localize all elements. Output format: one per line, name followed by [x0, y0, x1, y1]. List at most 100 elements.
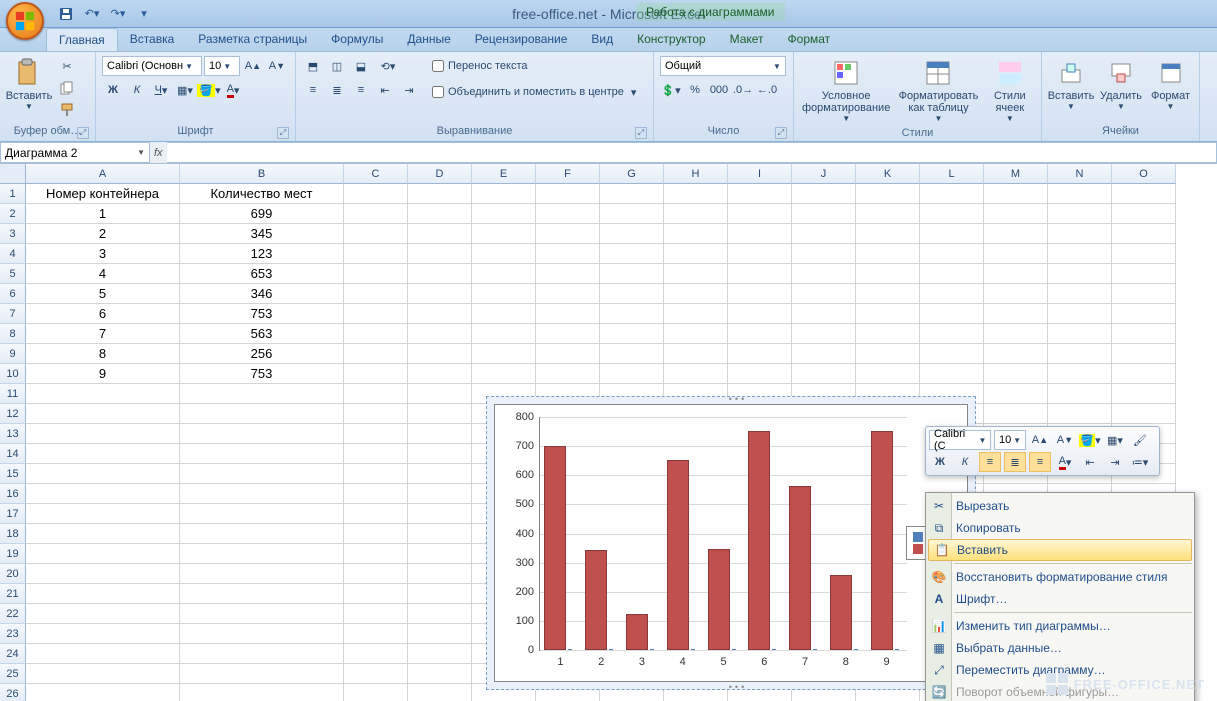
- row-header[interactable]: 15: [0, 464, 26, 484]
- cell[interactable]: [856, 304, 920, 324]
- cell[interactable]: [728, 324, 792, 344]
- cell[interactable]: [472, 224, 536, 244]
- cell[interactable]: [536, 204, 600, 224]
- cell[interactable]: [408, 444, 472, 464]
- grow-font-icon[interactable]: A▲: [242, 56, 264, 76]
- wrap-text-checkbox[interactable]: Перенос текста: [432, 56, 636, 76]
- cell[interactable]: [472, 264, 536, 284]
- paste-button[interactable]: Вставить▼: [6, 56, 52, 113]
- cell[interactable]: 563: [180, 324, 344, 344]
- cell[interactable]: Номер контейнера: [26, 184, 180, 204]
- cell[interactable]: [472, 344, 536, 364]
- mini-grow-font-icon[interactable]: A▲: [1029, 430, 1051, 450]
- row-header[interactable]: 18: [0, 524, 26, 544]
- cell[interactable]: [26, 524, 180, 544]
- cell[interactable]: [728, 304, 792, 324]
- cell[interactable]: [856, 204, 920, 224]
- column-header[interactable]: B: [180, 164, 344, 184]
- cell[interactable]: [856, 284, 920, 304]
- cell[interactable]: [344, 684, 408, 701]
- chart-bar[interactable]: [585, 550, 607, 650]
- cell[interactable]: [664, 304, 728, 324]
- tab-page-layout[interactable]: Разметка страницы: [186, 28, 319, 51]
- cell[interactable]: [26, 564, 180, 584]
- number-launcher-icon[interactable]: ⤢: [775, 127, 787, 139]
- cell[interactable]: [344, 324, 408, 344]
- cell[interactable]: [472, 184, 536, 204]
- cell[interactable]: [600, 204, 664, 224]
- cell[interactable]: [1048, 224, 1112, 244]
- cell[interactable]: [180, 644, 344, 664]
- row-header[interactable]: 1: [0, 184, 26, 204]
- copy-icon[interactable]: [56, 78, 78, 98]
- cell[interactable]: [1048, 404, 1112, 424]
- cell[interactable]: [984, 204, 1048, 224]
- cell[interactable]: [408, 464, 472, 484]
- row-header[interactable]: 20: [0, 564, 26, 584]
- column-header[interactable]: O: [1112, 164, 1176, 184]
- cell[interactable]: [1048, 284, 1112, 304]
- cell[interactable]: 345: [180, 224, 344, 244]
- cell[interactable]: [1112, 204, 1176, 224]
- column-header[interactable]: F: [536, 164, 600, 184]
- cell[interactable]: [180, 484, 344, 504]
- cell[interactable]: [180, 464, 344, 484]
- cell[interactable]: [180, 404, 344, 424]
- cell[interactable]: [26, 664, 180, 684]
- cell[interactable]: [856, 264, 920, 284]
- cell[interactable]: [472, 284, 536, 304]
- cell[interactable]: [984, 264, 1048, 284]
- cell[interactable]: [344, 304, 408, 324]
- cell[interactable]: [408, 604, 472, 624]
- cell[interactable]: [1112, 364, 1176, 384]
- ctx-cut[interactable]: ✂Вырезать: [926, 495, 1194, 517]
- cell[interactable]: [856, 224, 920, 244]
- row-header[interactable]: 9: [0, 344, 26, 364]
- cell[interactable]: [26, 584, 180, 604]
- ctx-reset-style[interactable]: 🎨Восстановить форматирование стиля: [926, 566, 1194, 588]
- percent-icon[interactable]: %: [684, 80, 706, 100]
- row-header[interactable]: 11: [0, 384, 26, 404]
- cell[interactable]: 4: [26, 264, 180, 284]
- row-header[interactable]: 23: [0, 624, 26, 644]
- decrease-decimal-icon[interactable]: ←.0: [756, 80, 778, 100]
- cell[interactable]: [344, 624, 408, 644]
- cell[interactable]: [1112, 244, 1176, 264]
- cell[interactable]: [664, 244, 728, 264]
- spreadsheet-grid[interactable]: ABCDEFGHIJKLMNO 123456789101112131415161…: [0, 164, 1217, 701]
- row-header[interactable]: 8: [0, 324, 26, 344]
- cell[interactable]: [26, 624, 180, 644]
- cell[interactable]: [600, 284, 664, 304]
- cell[interactable]: [344, 584, 408, 604]
- cell[interactable]: [26, 424, 180, 444]
- cell[interactable]: [920, 304, 984, 324]
- column-header[interactable]: D: [408, 164, 472, 184]
- cell[interactable]: [536, 324, 600, 344]
- mini-bullets-icon[interactable]: ≔▾: [1129, 452, 1151, 472]
- tab-home[interactable]: Главная: [46, 28, 118, 51]
- ctx-change-chart-type[interactable]: 📊Изменить тип диаграммы…: [926, 615, 1194, 637]
- cell[interactable]: [664, 364, 728, 384]
- increase-indent-icon[interactable]: ⇥: [398, 80, 420, 100]
- increase-decimal-icon[interactable]: .0→: [732, 80, 754, 100]
- cell[interactable]: 2: [26, 224, 180, 244]
- cell[interactable]: [920, 284, 984, 304]
- cell[interactable]: [920, 324, 984, 344]
- cell[interactable]: [408, 384, 472, 404]
- cell[interactable]: [344, 444, 408, 464]
- row-header[interactable]: 22: [0, 604, 26, 624]
- cell[interactable]: [920, 204, 984, 224]
- conditional-formatting-button[interactable]: Условное форматирование▼: [801, 56, 891, 125]
- cell[interactable]: [984, 224, 1048, 244]
- cell[interactable]: [984, 404, 1048, 424]
- align-left-icon[interactable]: ≡: [302, 80, 324, 100]
- cell[interactable]: [408, 584, 472, 604]
- column-header[interactable]: L: [920, 164, 984, 184]
- row-header[interactable]: 13: [0, 424, 26, 444]
- shrink-font-icon[interactable]: A▼: [266, 56, 288, 76]
- cell[interactable]: [856, 364, 920, 384]
- row-header[interactable]: 24: [0, 644, 26, 664]
- mini-align-center-icon[interactable]: ≣: [1004, 452, 1026, 472]
- cell[interactable]: [536, 224, 600, 244]
- fill-color-icon[interactable]: 🪣▾: [198, 80, 220, 100]
